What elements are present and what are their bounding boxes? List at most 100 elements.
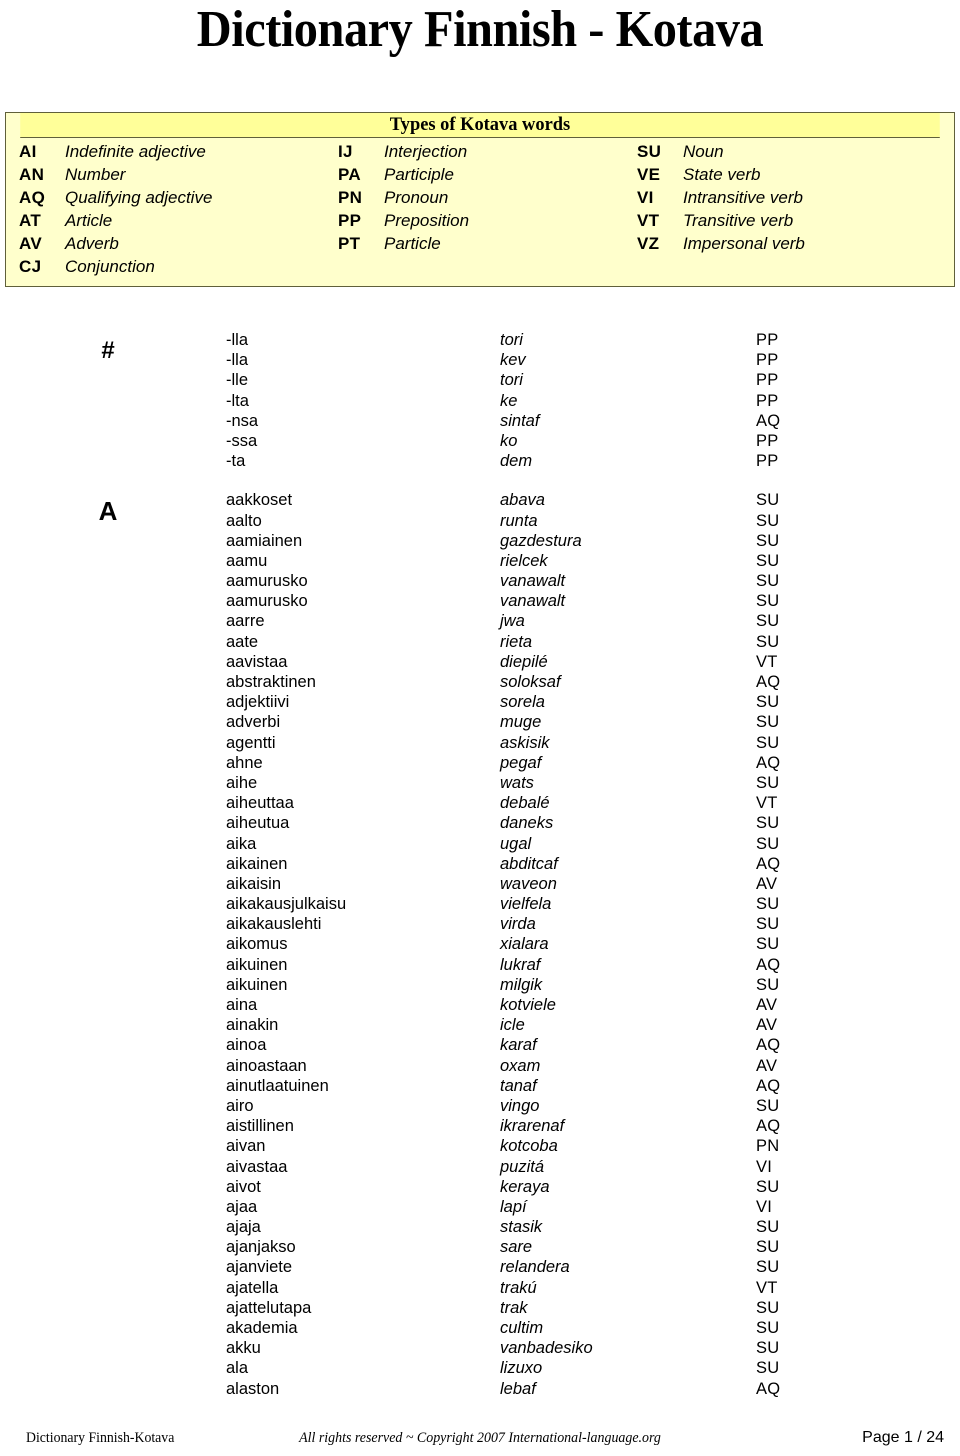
entry-finnish: ala [226,1359,249,1378]
entry-kotava: cultim [500,1319,544,1337]
entry-finnish: aikomus [226,935,288,954]
legend-title: Types of Kotava words [20,113,940,138]
entry-word-type: SU [756,511,780,530]
entry-kotava: pegaf [500,753,542,772]
legend-code: CJ [19,257,42,276]
entry-finnish: aikakausjulkaisu [226,895,347,914]
legend-entry-at: AT Article [6,211,335,231]
entry-finnish: aihe [226,773,258,792]
entry-word-type: PP [756,431,779,450]
entry-finnish: ainutlaatuinen [226,1076,329,1095]
entry-finnish: aivot [226,1177,261,1196]
entry-finnish: aarre [226,612,265,631]
entry-finnish: -lta [226,391,249,410]
entry-word-type: SU [756,612,780,631]
legend-entry-pt: PT Particle [335,234,637,254]
dictionary-entry-row: aivot keraya SU [0,1177,960,1197]
entry-kotava: debalé [500,794,550,813]
entry-kotava: virda [500,915,536,934]
entry-kotava: ko [500,431,518,450]
entry-word-type: SU [756,1238,780,1257]
entry-finnish: aiheuttaa [226,794,294,813]
entry-kotava: muge [500,713,542,732]
entry-finnish: -lle [226,371,249,390]
entry-finnish: -ta [226,452,246,471]
entry-word-type: SU [756,592,780,611]
entry-kotava: vielfela [500,895,552,914]
dictionary-entry-row: adjektiivi sorela SU [0,692,960,712]
dictionary-entry-row: aivastaa puzitá VI [0,1157,960,1177]
entry-word-type: VI [756,1197,772,1216]
legend-box: Types of Kotava words AI Indefinite adjec… [5,112,955,287]
entry-word-type: VT [756,794,778,813]
entry-kotava: puzitá [500,1157,545,1176]
entry-kotava: xialara [500,935,549,954]
entry-word-type: AQ [756,854,781,873]
entry-kotava: sorela [500,693,545,712]
legend-code: AI [19,142,37,161]
dictionary-entry-row: ajanviete relandera SU [0,1257,960,1277]
entry-finnish: ajaja [226,1218,261,1237]
entry-kotava: stasik [500,1218,543,1237]
entry-kotava: rieta [500,632,533,651]
entry-word-type: PP [756,351,779,370]
entry-finnish: abstraktinen [226,673,316,691]
legend-entry-ij: IJ Interjection [335,142,637,162]
entry-finnish: -nsa [226,411,259,430]
entry-kotava: sare [500,1238,533,1257]
entry-word-type: SU [756,895,780,914]
entry-finnish: akku [226,1339,261,1358]
legend-entry-vi: VI Intransitive verb [637,188,937,208]
entry-finnish: ajatella [226,1278,279,1297]
entry-finnish: ajanviete [226,1258,293,1277]
entry-word-type: AQ [756,673,781,691]
dictionary-entry-row: aavistaa diepilé VT [0,652,960,672]
dictionary-entry-row: -lla kev PP [0,350,960,370]
entry-word-type: SU [756,733,780,752]
entry-kotava: keraya [500,1177,550,1196]
dictionary-entry-row: -ssa ko PP [0,431,960,451]
legend-label: Impersonal verb [683,234,805,253]
entry-kotava: vanbadesiko [500,1339,593,1358]
entry-kotava: ikrarenaf [500,1117,565,1136]
dictionary-entry-row: -nsa sintaf AQ [0,411,960,431]
entry-finnish: aivan [226,1137,266,1156]
entry-kotava: vanawalt [500,592,566,611]
dictionary-entry-row: aikakausjulkaisu vielfela SU [0,894,960,914]
entry-kotava: milgik [500,975,543,994]
legend-entry-pn: PN Pronoun [335,188,637,208]
legend-row: AN Number PA Participle VE State verb [6,165,954,188]
entry-word-type: AQ [756,411,781,430]
entry-finnish: airo [226,1096,254,1115]
entry-word-type: VI [756,1157,772,1176]
entry-finnish: aamu [226,551,268,570]
entry-kotava: jwa [500,612,525,631]
entry-kotava: rielcek [500,551,548,570]
entry-word-type: SU [756,572,780,591]
entry-finnish: aika [226,834,257,853]
dictionary-entry-row: ainakin icle AV [0,1015,960,1035]
entry-word-type: AQ [756,1036,781,1055]
entry-finnish: aikakauslehti [226,915,322,934]
entry-word-type: AV [756,1016,778,1035]
dictionary-entry-row: aihe wats SU [0,773,960,793]
entry-finnish: agentti [226,733,276,752]
entry-finnish: aikuinen [226,975,288,994]
legend-row: CJ Conjunction [6,257,954,280]
dictionary-entry-row: alaston lebaf AQ [0,1379,960,1399]
dictionary-entry-row: aivan kotcoba PN [0,1136,960,1156]
entry-word-type: SU [756,693,780,712]
entry-kotava: vanawalt [500,572,566,591]
entry-word-type: SU [756,1359,780,1378]
dictionary-entry-row: aina kotviele AV [0,995,960,1015]
dictionary-entry-row: aiheuttaa debalé VT [0,793,960,813]
entry-word-type: SU [756,814,780,833]
entry-word-type: SU [756,1319,780,1337]
dictionary-entry-row: -lle tori PP [0,370,960,390]
dictionary-entry-row: aikomus xialara SU [0,934,960,954]
entry-kotava: soloksaf [500,673,561,691]
legend-code: IJ [338,142,353,161]
entry-word-type: SU [756,551,780,570]
page-footer: Dictionary Finnish-Kotava All rights res… [0,1428,960,1452]
